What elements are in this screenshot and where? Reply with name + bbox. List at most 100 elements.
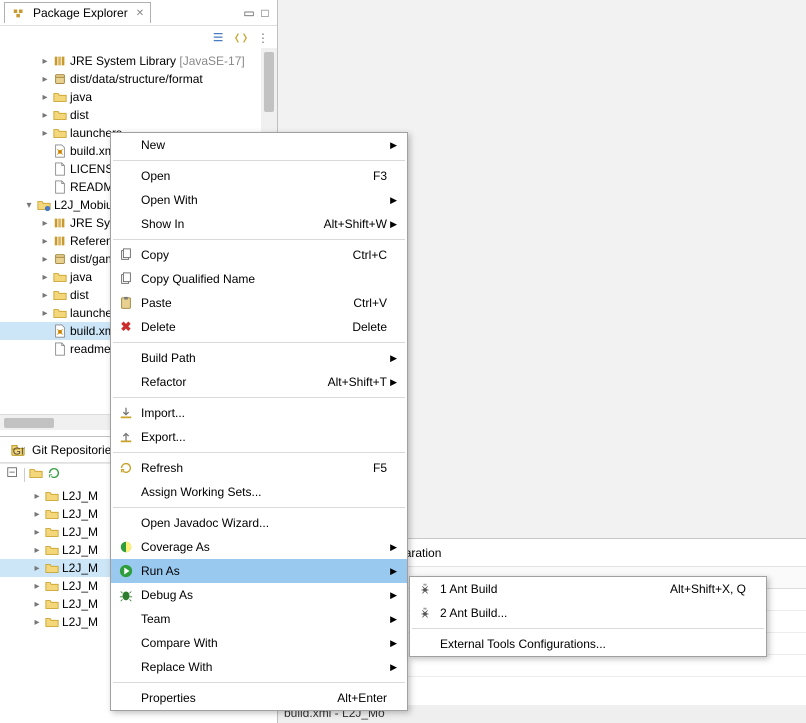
folder-icon [44, 488, 60, 504]
ctx-item-export[interactable]: Export... [111, 425, 407, 449]
ctx-item-team[interactable]: Team▶ [111, 607, 407, 631]
ctx-item-refresh[interactable]: Refresh F5 [111, 456, 407, 480]
menu-label: Delete [137, 320, 340, 334]
ant-icon [52, 323, 68, 339]
menu-separator [113, 239, 405, 240]
ctx-item-open-with[interactable]: Open With▶ [111, 188, 407, 212]
package-explorer-tab[interactable]: Package Explorer ✕ [4, 2, 151, 23]
git-item-label: L2J_M [62, 507, 98, 521]
package-explorer-title: Package Explorer [33, 6, 128, 20]
view-menu-icon[interactable]: ⋮ [255, 30, 271, 46]
twisty-icon[interactable]: ▸ [38, 218, 52, 229]
tree-row[interactable]: ▸java [0, 88, 277, 106]
ctx-item-build-path[interactable]: Build Path▶ [111, 346, 407, 370]
twisty-icon[interactable]: ▸ [30, 509, 44, 520]
twisty-icon[interactable]: ▸ [38, 92, 52, 103]
menu-accelerator: Alt+Enter [337, 691, 387, 705]
menu-label: 1 Ant Build [436, 582, 658, 596]
close-icon[interactable]: ✕ [136, 8, 144, 19]
runas-item-external-tools-configurations[interactable]: External Tools Configurations... [410, 632, 766, 656]
maximize-icon[interactable]: □ [257, 5, 273, 21]
ctx-item-debug-as[interactable]: Debug As▶ [111, 583, 407, 607]
ctx-item-assign-working-sets[interactable]: Assign Working Sets... [111, 480, 407, 504]
twisty-icon[interactable]: ▸ [38, 74, 52, 85]
export-icon [115, 430, 137, 444]
runas-item-2-ant-build[interactable]: 2 Ant Build... [410, 601, 766, 625]
collapse-all-icon[interactable] [6, 466, 20, 483]
link-editor-icon[interactable] [233, 30, 249, 46]
ctx-item-copy-qualified-name[interactable]: Copy Qualified Name [111, 267, 407, 291]
ctx-item-refactor[interactable]: RefactorAlt+Shift+T▶ [111, 370, 407, 394]
twisty-icon[interactable]: ▸ [30, 527, 44, 538]
menu-separator [113, 342, 405, 343]
menu-label: Assign Working Sets... [137, 485, 375, 499]
submenu-arrow-icon: ▶ [387, 542, 397, 553]
git-folder-icon[interactable] [29, 466, 43, 483]
twisty-icon[interactable]: ▸ [38, 272, 52, 283]
git-refresh-icon[interactable] [47, 466, 61, 483]
ctx-item-properties[interactable]: Properties Alt+Enter [111, 686, 407, 710]
menu-label: Properties [137, 691, 325, 705]
twisty-icon[interactable]: ▾ [22, 200, 36, 211]
twisty-icon[interactable]: ▸ [30, 491, 44, 502]
runas-item-1-ant-build[interactable]: 1 Ant Build Alt+Shift+X, Q [410, 577, 766, 601]
twisty-icon[interactable]: ▸ [38, 128, 52, 139]
ctx-item-copy[interactable]: CopyCtrl+C [111, 243, 407, 267]
twisty-icon[interactable]: ▸ [30, 617, 44, 628]
ctx-item-open-javadoc-wizard[interactable]: Open Javadoc Wizard... [111, 511, 407, 535]
tree-row[interactable]: ▸ dist/data/structure/format [0, 70, 277, 88]
submenu-arrow-icon: ▶ [387, 353, 397, 364]
ctx-item-compare-with[interactable]: Compare With▶ [111, 631, 407, 655]
twisty-icon[interactable]: ▸ [38, 290, 52, 301]
twisty-icon[interactable]: ▸ [38, 254, 52, 265]
twisty-icon[interactable]: ▸ [30, 545, 44, 556]
ctx-item-new[interactable]: New▶ [111, 133, 407, 157]
menu-label: Compare With [137, 636, 375, 650]
menu-label: Refresh [137, 461, 361, 475]
ctx-item-run-as[interactable]: Run As▶ [111, 559, 407, 583]
ctx-item-paste[interactable]: PasteCtrl+V [111, 291, 407, 315]
ctx-item-show-in[interactable]: Show InAlt+Shift+W▶ [111, 212, 407, 236]
menu-separator [113, 397, 405, 398]
file-icon [52, 179, 68, 195]
ctx-item-open[interactable]: OpenF3 [111, 164, 407, 188]
folder-icon [52, 287, 68, 303]
lib-icon [52, 233, 68, 249]
tree-row[interactable]: ▸JRE System Library [JavaSE-17] [0, 52, 277, 70]
package-explorer-toolbar: ⋮ [0, 26, 277, 50]
tree-row[interactable]: ▸ dist [0, 106, 277, 124]
menu-accelerator: F5 [373, 461, 387, 475]
menu-label: Replace With [137, 660, 375, 674]
menu-separator [412, 628, 764, 629]
twisty-icon[interactable]: ▸ [38, 308, 52, 319]
menu-accelerator: Alt+Shift+X, Q [670, 582, 746, 596]
package-explorer-header: Package Explorer ✕ ▭ □ [0, 0, 277, 26]
folder-icon [44, 560, 60, 576]
collapse-all-icon[interactable] [211, 30, 227, 46]
twisty-icon[interactable]: ▸ [38, 236, 52, 247]
twisty-icon[interactable]: ▸ [30, 563, 44, 574]
ctx-item-import[interactable]: Import... [111, 401, 407, 425]
menu-label: Open [137, 169, 361, 183]
menu-label: Paste [137, 296, 341, 310]
jar-icon [52, 251, 68, 267]
run-as-submenu[interactable]: 1 Ant Build Alt+Shift+X, Q 2 Ant Build... E… [409, 576, 767, 657]
tree-label: dist [70, 108, 89, 122]
ctx-item-delete[interactable]: ✖DeleteDelete [111, 315, 407, 339]
tree-label: java [70, 270, 92, 284]
twisty-icon[interactable]: ▸ [38, 56, 52, 67]
tree-label: dist [70, 288, 89, 302]
ctx-item-coverage-as[interactable]: Coverage As▶ [111, 535, 407, 559]
context-menu[interactable]: New▶OpenF3Open With▶Show InAlt+Shift+W▶C… [110, 132, 408, 711]
menu-label: New [137, 138, 375, 152]
ctx-item-replace-with[interactable]: Replace With▶ [111, 655, 407, 679]
twisty-icon[interactable]: ▸ [30, 599, 44, 610]
package-explorer-icon [11, 5, 27, 21]
twisty-icon[interactable]: ▸ [30, 581, 44, 592]
twisty-icon[interactable]: ▸ [38, 110, 52, 121]
menu-label: Debug As [137, 588, 375, 602]
git-repositories-tab[interactable]: GIT Git Repositories [4, 440, 123, 460]
tree-label: dist/data/structure/format [70, 72, 203, 86]
minimize-icon[interactable]: ▭ [241, 5, 257, 21]
menu-label: Run As [137, 564, 375, 578]
